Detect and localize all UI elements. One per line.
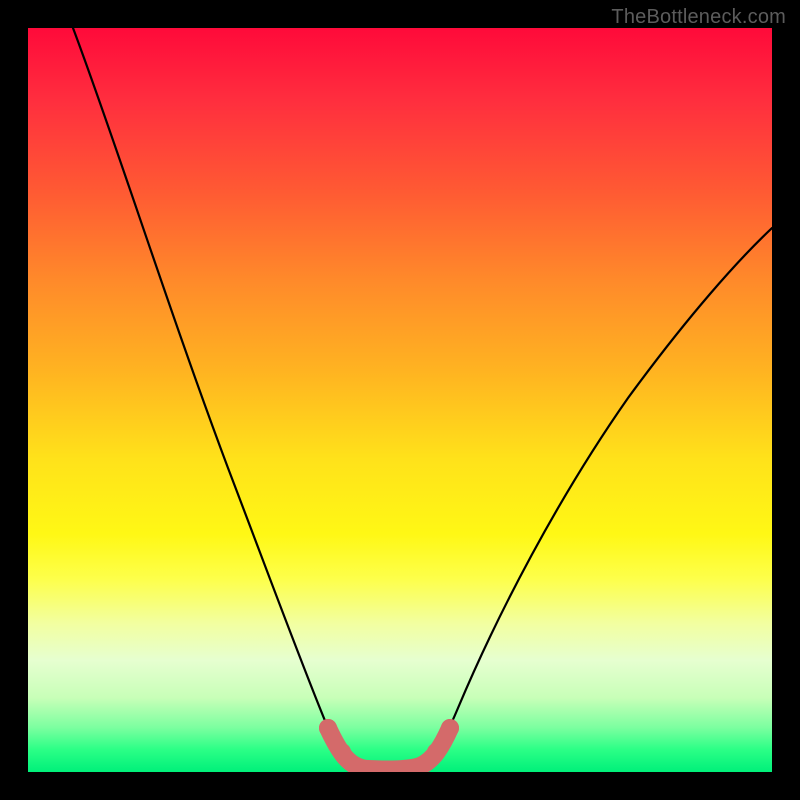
- highlight-dot-right-2: [427, 743, 445, 761]
- bottleneck-curve-line: [73, 28, 772, 770]
- highlight-dot-left: [319, 719, 337, 737]
- highlight-dot-left-2: [333, 743, 351, 761]
- plot-area: [28, 28, 772, 772]
- highlight-dot-right: [441, 719, 459, 737]
- curve-svg: [28, 28, 772, 772]
- chart-frame: TheBottleneck.com: [0, 0, 800, 800]
- watermark-text: TheBottleneck.com: [611, 6, 786, 29]
